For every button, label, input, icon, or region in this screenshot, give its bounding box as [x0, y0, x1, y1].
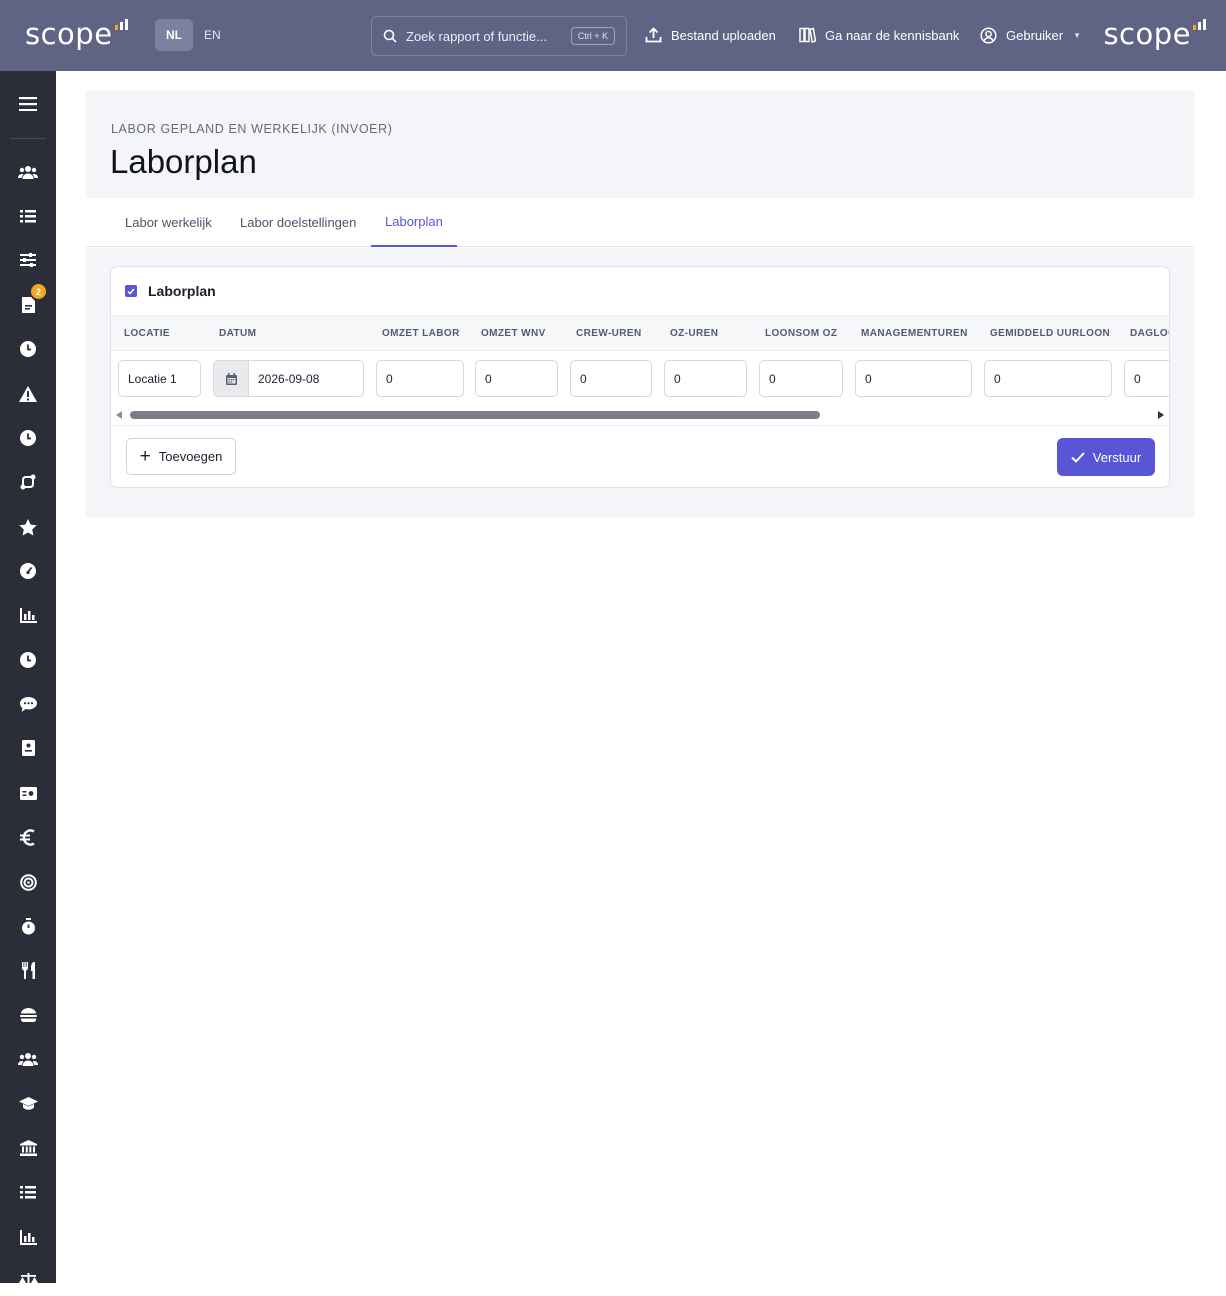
column-header-locatie: LOCATIE	[124, 328, 170, 339]
column-header-omzet-wnv: OMZET WNV	[481, 328, 546, 339]
column-header-oz-uren: OZ-UREN	[670, 328, 719, 339]
top-bar: scope NL EN Zoek rapport of functie... C…	[0, 0, 1226, 71]
cutlery-icon[interactable]	[0, 955, 56, 985]
sidebar-divider	[10, 138, 46, 139]
calendar-button[interactable]	[213, 360, 249, 397]
column-header-omzet-labor: OMZET LABOR	[382, 328, 460, 339]
user-circle-icon	[980, 27, 997, 44]
check-icon	[1071, 451, 1085, 463]
search-icon	[383, 29, 397, 43]
card-footer: + Toevoegen Verstuur	[111, 425, 1169, 487]
tab-laborplan[interactable]: Laborplan	[371, 198, 457, 247]
column-header-dagloon: DAGLOO	[1130, 328, 1169, 339]
language-en-button[interactable]: EN	[193, 19, 232, 51]
chart-icon[interactable]	[0, 1222, 56, 1252]
history-icon[interactable]	[0, 423, 56, 453]
route-icon[interactable]	[0, 467, 56, 497]
submit-button[interactable]: Verstuur	[1057, 438, 1155, 476]
column-header-loonsom-oz: LOONSOM OZ	[765, 328, 838, 339]
tab-bar: Labor werkelijk Labor doelstellingen Lab…	[86, 198, 1194, 247]
page-title: Laborplan	[110, 143, 257, 180]
logo-bars-icon	[114, 19, 128, 30]
team-icon[interactable]	[0, 1044, 56, 1074]
euro-icon[interactable]	[0, 822, 56, 852]
users-icon[interactable]	[0, 157, 56, 187]
scroll-left-icon[interactable]	[116, 411, 122, 419]
card-title: Laborplan	[148, 283, 216, 299]
warning-icon[interactable]	[0, 379, 56, 409]
time-icon[interactable]	[0, 645, 56, 675]
clock-icon[interactable]	[0, 334, 56, 364]
tab-labor-werkelijk[interactable]: Labor werkelijk	[111, 198, 226, 247]
document-icon[interactable]: 2	[0, 284, 56, 320]
language-nl-button[interactable]: NL	[155, 19, 193, 51]
gauge-icon[interactable]	[0, 556, 56, 586]
search-shortcut: Ctrl + K	[570, 27, 615, 45]
horizontal-scrollbar[interactable]	[116, 409, 1164, 421]
column-header-crew-uren: CREW-UREN	[576, 328, 642, 339]
checklist-icon[interactable]	[0, 1177, 56, 1207]
search-placeholder: Zoek rapport of functie...	[406, 28, 547, 44]
list-icon[interactable]	[0, 201, 56, 231]
graduation-icon[interactable]	[0, 1089, 56, 1119]
notification-badge: 2	[31, 284, 46, 299]
table-header: LOCATIE DATUM OMZET LABOR OMZET WNV CREW…	[111, 316, 1169, 351]
omzet-labor-input[interactable]: 0	[376, 360, 464, 397]
upload-file-link[interactable]: Bestand uploaden	[645, 27, 776, 43]
bar-chart-icon[interactable]	[0, 600, 56, 630]
target-icon[interactable]	[0, 867, 56, 897]
star-icon[interactable]	[0, 512, 56, 542]
scale-icon[interactable]	[0, 1266, 56, 1296]
knowledgebase-link[interactable]: Ga naar de kennisbank	[799, 27, 959, 43]
stopwatch-icon[interactable]	[0, 911, 56, 941]
column-header-datum: DATUM	[219, 328, 257, 339]
scope-logo[interactable]: scope	[25, 17, 128, 51]
checkbox-icon	[125, 285, 137, 297]
menu-icon[interactable]	[0, 89, 56, 119]
books-icon	[799, 27, 816, 43]
burger-icon[interactable]	[0, 1000, 56, 1030]
id-card-icon[interactable]	[0, 778, 56, 808]
breadcrumb: LABOR GEPLAND EN WERKELIJK (INVOER)	[111, 122, 393, 136]
managementuren-input[interactable]: 0	[855, 360, 972, 397]
user-menu[interactable]: Gebruiker ▼	[980, 27, 1081, 44]
search-input[interactable]: Zoek rapport of functie... Ctrl + K	[371, 16, 627, 56]
bank-icon[interactable]	[0, 1133, 56, 1163]
laborplan-card: Laborplan LOCATIE DATUM OMZET LABOR OMZE…	[110, 266, 1170, 488]
tab-labor-doelstellingen[interactable]: Labor doelstellingen	[226, 198, 370, 247]
locatie-select[interactable]: Locatie 1	[118, 360, 201, 397]
report-icon[interactable]	[0, 733, 56, 763]
crew-uren-input[interactable]: 0	[570, 360, 652, 397]
omzet-wnv-input[interactable]: 0	[475, 360, 558, 397]
page-header: LABOR GEPLAND EN WERKELIJK (INVOER) Labo…	[86, 91, 1194, 198]
add-row-button[interactable]: + Toevoegen	[126, 438, 236, 475]
plus-icon: +	[139, 446, 151, 467]
logo-bars-icon	[1193, 19, 1206, 30]
sidebar: 2	[0, 71, 56, 1289]
scrollbar-thumb[interactable]	[130, 411, 820, 419]
loonsom-oz-input[interactable]: 0	[759, 360, 843, 397]
column-header-gemiddeld-uurloon: GEMIDDELD UURLOON	[990, 328, 1111, 339]
chevron-down-icon: ▼	[1073, 31, 1081, 40]
upload-icon	[645, 27, 662, 43]
scroll-right-icon[interactable]	[1158, 411, 1164, 419]
dagloon-input[interactable]: 0	[1124, 360, 1169, 397]
sliders-icon[interactable]	[0, 245, 56, 275]
gemiddeld-uurloon-input[interactable]: 0	[984, 360, 1112, 397]
scope-logo-right: scope	[1103, 17, 1206, 51]
chat-icon[interactable]	[0, 689, 56, 719]
card-header: Laborplan	[111, 267, 1169, 316]
calendar-icon	[225, 372, 237, 385]
oz-uren-input[interactable]: 0	[664, 360, 747, 397]
datum-input[interactable]: 2026-09-08	[249, 360, 364, 397]
column-header-managementuren: MANAGEMENTUREN	[861, 328, 968, 339]
